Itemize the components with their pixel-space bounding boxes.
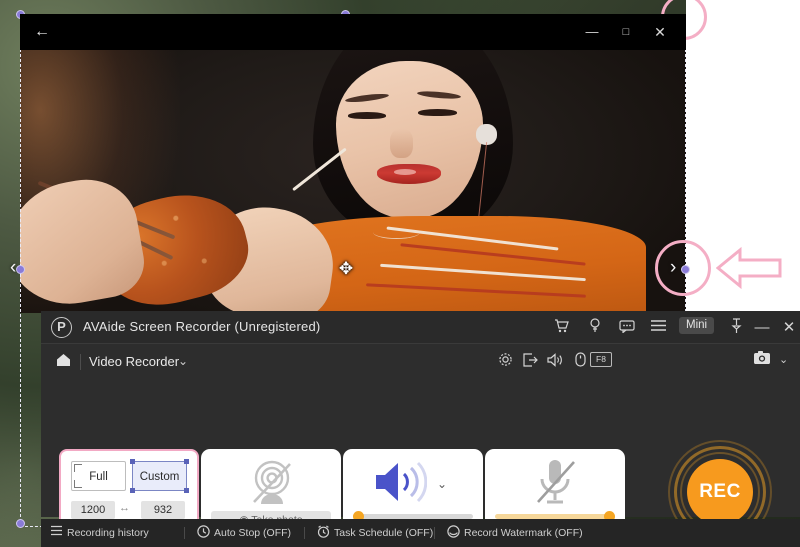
region-height-input[interactable]: 932 <box>141 501 185 519</box>
resize-nub <box>184 459 189 464</box>
selection-handle-bottom-left[interactable] <box>16 519 25 528</box>
hotkey-badge[interactable]: F8 <box>590 352 612 367</box>
app-minimize-button[interactable]: — <box>751 318 773 338</box>
export-icon[interactable] <box>519 352 541 372</box>
back-arrow-icon[interactable]: ← <box>32 23 52 41</box>
recorder-mode-label[interactable]: Video Recorder <box>89 354 179 369</box>
video-window-titlebar: ← — □ ✕ <box>20 14 686 50</box>
menu-icon[interactable] <box>647 318 669 338</box>
aspect-link-icon[interactable]: ↔ <box>119 502 130 514</box>
task-schedule-button[interactable]: Task Schedule (OFF) <box>334 526 433 540</box>
move-cursor-icon: ✥ <box>338 259 354 278</box>
region-width-input[interactable]: 1200 <box>71 501 115 519</box>
watermark-icon[interactable] <box>446 525 461 540</box>
snapshot-camera-icon[interactable] <box>750 350 774 372</box>
record-watermark-button[interactable]: Record Watermark (OFF) <box>464 526 583 540</box>
window-maximize-button[interactable]: □ <box>614 23 638 41</box>
alarm-icon[interactable] <box>316 525 331 540</box>
annotation-arrow-left-icon <box>716 246 782 290</box>
annotation-circle-resize-handle <box>655 240 711 296</box>
chevron-down-icon[interactable]: ⌄ <box>178 354 188 368</box>
home-icon[interactable] <box>53 352 73 372</box>
chevron-down-icon[interactable]: ⌄ <box>779 353 788 366</box>
resize-nub <box>130 488 135 493</box>
recording-history-button[interactable]: Recording history <box>67 526 149 540</box>
record-button[interactable]: REC <box>687 459 753 525</box>
screen-root: ← — □ ✕ ‹ › ✥ P AVAide Screen Recorder (… <box>0 0 800 547</box>
pin-icon[interactable] <box>725 318 747 338</box>
app-close-button[interactable]: ✕ <box>778 318 800 338</box>
avaide-recorder-panel: P AVAide Screen Recorder (Unregistered) … <box>41 311 800 547</box>
sound-icon[interactable] <box>544 352 566 372</box>
custom-region-button[interactable]: Custom <box>130 459 189 493</box>
avaide-logo-icon: P <box>51 317 72 338</box>
subject-eye-right <box>418 109 457 117</box>
mini-mode-button[interactable]: Mini <box>679 317 715 334</box>
selection-chevron-left-icon[interactable]: ‹ <box>10 257 16 279</box>
status-divider <box>304 527 305 539</box>
resize-nub <box>130 459 135 464</box>
microphone-muted-icon <box>531 457 579 507</box>
status-divider <box>184 527 185 539</box>
auto-stop-button[interactable]: Auto Stop (OFF) <box>214 526 291 540</box>
cart-icon[interactable] <box>550 318 572 338</box>
status-bar: Recording history Auto Stop (OFF) Task S… <box>41 519 800 547</box>
mouse-icon[interactable] <box>569 352 591 372</box>
subject-nose <box>390 128 413 158</box>
status-divider <box>434 527 435 539</box>
custom-region-label: Custom <box>139 471 180 483</box>
window-close-button[interactable]: ✕ <box>648 23 672 41</box>
app-titlebar: P AVAide Screen Recorder (Unregistered) … <box>41 311 800 344</box>
webcam-disabled-icon <box>241 459 303 507</box>
subject-eye-left <box>347 111 387 119</box>
settings-gear-icon[interactable] <box>494 352 516 372</box>
clock-icon[interactable] <box>196 525 211 540</box>
app-title-text: AVAide Screen Recorder (Unregistered) <box>83 319 321 334</box>
bulb-icon[interactable] <box>584 318 606 338</box>
selection-handle-middle-left[interactable] <box>16 265 25 274</box>
chevron-down-icon[interactable]: ⌄ <box>437 477 447 491</box>
speaker-icon[interactable] <box>373 459 428 505</box>
recorder-cards-row: Full Custom 1200 ↔ 932 ON DISPLAY1 <box>41 380 800 547</box>
full-screen-button[interactable]: Full <box>71 461 126 491</box>
toolbar-divider <box>80 354 81 370</box>
history-icon[interactable] <box>49 525 64 540</box>
resize-nub <box>184 488 189 493</box>
app-subtoolbar: Video Recorder ⌄ F8 ⌄ <box>41 344 800 380</box>
window-minimize-button[interactable]: — <box>580 23 604 41</box>
feedback-icon[interactable] <box>616 318 638 338</box>
